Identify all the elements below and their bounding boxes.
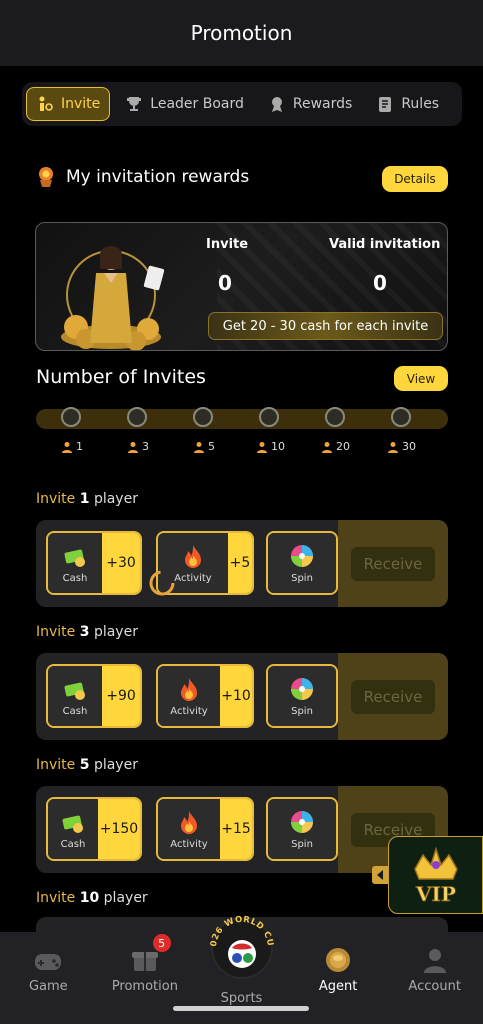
- activity-amount: +15: [220, 799, 252, 859]
- milestone-node: [127, 407, 147, 427]
- medal-icon: [271, 97, 282, 112]
- milestone-label: 1: [61, 440, 83, 453]
- milestone-node: [391, 407, 411, 427]
- spin-wheel-icon: [291, 677, 313, 700]
- hostess-coins-illustration: [61, 246, 165, 350]
- invites-progress-bar: [36, 409, 448, 429]
- person-icon: [388, 441, 398, 453]
- collapse-arrow-icon[interactable]: [372, 866, 388, 884]
- milestone-node: [259, 407, 279, 427]
- level-label: Invite 5 player: [36, 757, 138, 773]
- loading-spinner-icon: [149, 570, 175, 596]
- activity-reward: Activity +15: [156, 797, 254, 861]
- milestone-node: [61, 407, 81, 427]
- tab-label: Rules: [401, 96, 440, 112]
- world-cup-icon[interactable]: 2026 WORLD CUP: [202, 908, 282, 980]
- flame-icon: [181, 677, 197, 701]
- person-icon: [128, 441, 138, 453]
- spin-reward: Spin: [266, 797, 338, 861]
- vip-crown-icon: VIP: [413, 846, 458, 906]
- invite-count: 0: [218, 271, 232, 295]
- receive-button[interactable]: Receive: [351, 547, 435, 581]
- svg-text:VIP: VIP: [415, 882, 456, 906]
- tab-label: Leader Board: [150, 96, 244, 112]
- valid-invitation-count: 0: [373, 271, 387, 295]
- receive-button[interactable]: Receive: [351, 680, 435, 714]
- rules-icon: [379, 97, 392, 112]
- trophy-icon: [127, 97, 142, 111]
- cash-reward: Cash +150: [46, 797, 142, 861]
- view-button[interactable]: View: [394, 366, 448, 391]
- flame-icon: [181, 810, 197, 834]
- invitation-rewards-heading: My invitation rewards: [36, 166, 249, 188]
- notification-badge: 5: [152, 934, 171, 952]
- person-icon: [62, 441, 72, 453]
- tab-label: Invite: [61, 96, 101, 112]
- page-title: Promotion: [190, 21, 293, 45]
- tab-rules[interactable]: Rules: [367, 87, 448, 121]
- milestone-label: 20: [321, 440, 350, 453]
- tab-rewards[interactable]: Rewards: [259, 87, 361, 121]
- invites-heading: Number of Invites: [36, 366, 206, 388]
- cash-amount: +90: [102, 666, 140, 726]
- tab-label: Rewards: [292, 96, 353, 112]
- gift-icon: [131, 952, 158, 971]
- reward-card: Cash +30 Activity +5 Spin Receive: [36, 520, 448, 607]
- cash-icon: [64, 682, 85, 700]
- medal-icon: [39, 167, 53, 187]
- activity-amount: +10: [220, 666, 252, 726]
- tab-bar: Invite Leader Board Rewards Rules: [22, 82, 462, 126]
- promo-message: Get 20 - 30 cash for each invite: [208, 312, 443, 340]
- details-button[interactable]: Details: [382, 166, 448, 192]
- tab-invite[interactable]: Invite: [26, 87, 111, 121]
- home-indicator: [173, 1006, 309, 1011]
- cash-amount: +150: [98, 799, 140, 859]
- section-title: My invitation rewards: [66, 167, 250, 187]
- cash-icon: [64, 549, 85, 567]
- milestone-node: [325, 407, 345, 427]
- header-bar: Promotion: [0, 0, 483, 66]
- gamepad-icon: [35, 954, 62, 970]
- nav-account[interactable]: Account: [386, 932, 483, 1024]
- milestone-node: [193, 407, 213, 427]
- level-label: Invite 1 player: [36, 491, 138, 507]
- cash-amount: +30: [102, 533, 140, 593]
- spin-wheel-icon: [291, 810, 313, 833]
- account-icon: [423, 949, 446, 973]
- person-icon: [257, 441, 267, 453]
- spin-reward: Spin: [266, 531, 338, 595]
- activity-amount: +5: [228, 533, 252, 593]
- reward-card: Cash +90 Activity +10 Spin Receive: [36, 653, 448, 740]
- person-icon: [322, 441, 332, 453]
- milestone-label: 10: [256, 440, 285, 453]
- tab-leader-board[interactable]: Leader Board: [116, 87, 253, 121]
- spin-reward: Spin: [266, 664, 338, 728]
- nav-game[interactable]: Game: [0, 932, 97, 1024]
- milestone-label: 3: [127, 440, 149, 453]
- invite-label: Invite: [206, 237, 249, 252]
- valid-invitation-label: Valid invitation: [329, 237, 441, 252]
- cash-reward: Cash +30: [46, 531, 142, 595]
- cash-reward: Cash +90: [46, 664, 142, 728]
- level-label: Invite 3 player: [36, 624, 138, 640]
- milestone-label: 5: [193, 440, 215, 453]
- person-icon: [194, 441, 204, 453]
- flame-icon: [185, 544, 201, 568]
- invitation-stats-banner: Invite 0 Valid invitation 0 Get 20 - 30 …: [35, 222, 448, 351]
- milestone-label: 30: [387, 440, 416, 453]
- agent-icon: [326, 948, 351, 972]
- reward-card: Cash +150 Activity +15 Spin Receive: [36, 786, 448, 873]
- spin-wheel-icon: [291, 544, 313, 567]
- vip-button[interactable]: VIP: [388, 836, 483, 914]
- cash-icon: [62, 815, 83, 833]
- activity-reward: Activity +10: [156, 664, 254, 728]
- level-label: Invite 10 player: [36, 890, 148, 906]
- invite-icon: [39, 96, 53, 111]
